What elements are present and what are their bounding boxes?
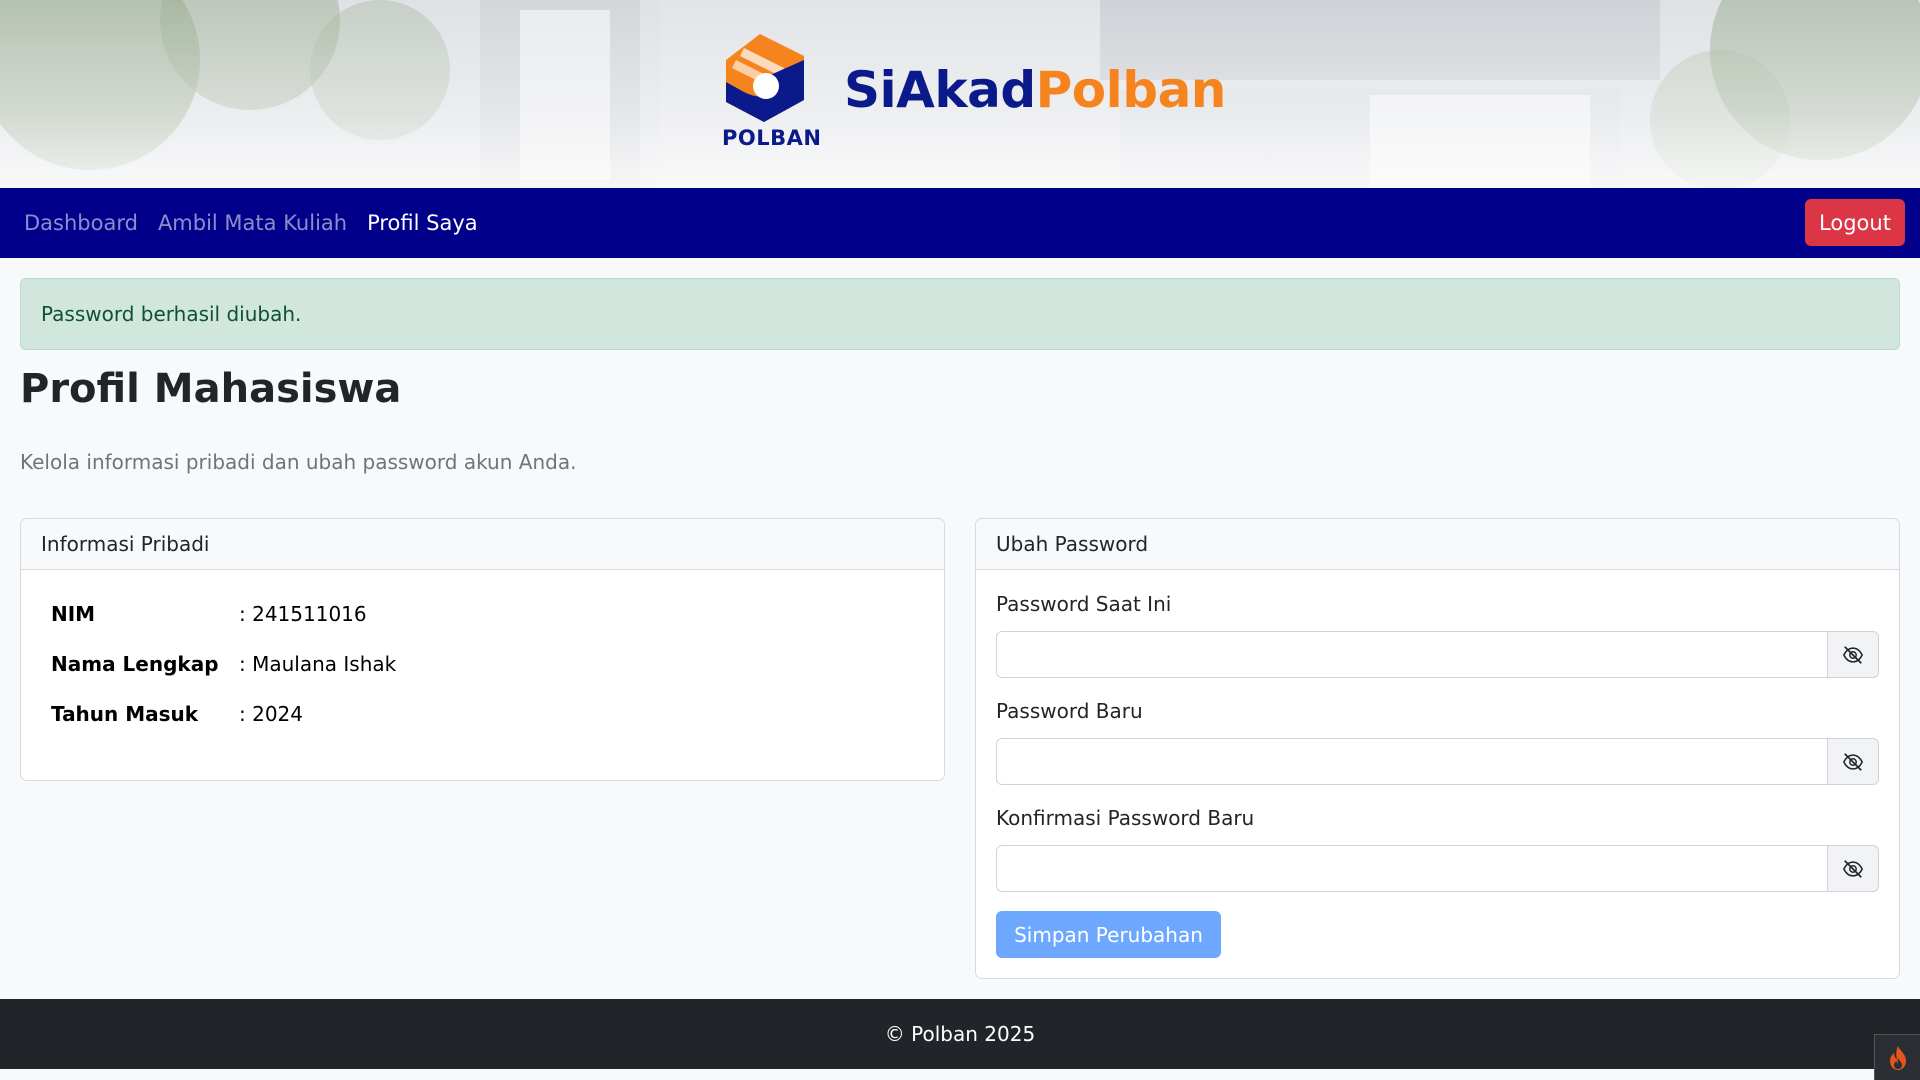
logo-text: POLBAN bbox=[722, 126, 822, 150]
logout-button[interactable]: Logout bbox=[1805, 199, 1905, 246]
app-title-part1: SiAkad bbox=[844, 61, 1036, 119]
current-password-group bbox=[996, 631, 1879, 678]
confirm-password-label: Konfirmasi Password Baru bbox=[996, 806, 1255, 830]
polban-logo: POLBAN bbox=[722, 30, 822, 150]
flame-icon bbox=[1889, 1045, 1906, 1070]
personal-info-header: Informasi Pribadi bbox=[21, 519, 944, 570]
nav-profil-saya[interactable]: Profil Saya bbox=[367, 211, 478, 235]
page-subtitle: Kelola informasi pribadi dan ubah passwo… bbox=[20, 450, 577, 474]
info-value: : Maulana Ishak bbox=[239, 652, 397, 676]
current-password-input[interactable] bbox=[996, 631, 1827, 678]
toggle-current-password-button[interactable] bbox=[1827, 631, 1879, 678]
app-title-part2: Polban bbox=[1035, 61, 1227, 119]
app-title: SiAkadPolban bbox=[844, 61, 1226, 119]
nav-dashboard[interactable]: Dashboard bbox=[24, 211, 138, 235]
info-label: NIM bbox=[51, 602, 96, 626]
brand: POLBAN SiAkadPolban bbox=[722, 30, 1226, 150]
change-password-card: Ubah Password Password Saat Ini Password… bbox=[975, 518, 1900, 979]
change-password-header: Ubah Password bbox=[976, 519, 1899, 570]
info-label: Tahun Masuk bbox=[51, 702, 199, 726]
info-row-nim: NIM : 241511016 bbox=[51, 602, 367, 626]
footer: © Polban 2025 bbox=[0, 999, 1920, 1069]
toggle-new-password-button[interactable] bbox=[1827, 738, 1879, 785]
new-password-label: Password Baru bbox=[996, 699, 1143, 723]
main-navbar: Dashboard Ambil Mata Kuliah Profil Saya … bbox=[0, 188, 1920, 258]
confirm-password-input[interactable] bbox=[996, 845, 1827, 892]
eye-slash-icon bbox=[1843, 859, 1863, 878]
eye-slash-icon bbox=[1843, 752, 1863, 771]
info-row-tahun: Tahun Masuk : 2024 bbox=[51, 702, 303, 726]
success-alert: Password berhasil diubah. bbox=[20, 278, 1900, 350]
header-banner: POLBAN SiAkadPolban bbox=[0, 0, 1920, 188]
info-value: : 241511016 bbox=[239, 602, 367, 626]
toggle-confirm-password-button[interactable] bbox=[1827, 845, 1879, 892]
debug-toolbar-button[interactable] bbox=[1874, 1034, 1920, 1080]
eye-slash-icon bbox=[1843, 645, 1863, 664]
info-value: : 2024 bbox=[239, 702, 303, 726]
info-label: Nama Lengkap bbox=[51, 652, 219, 676]
confirm-password-group bbox=[996, 845, 1879, 892]
save-changes-button[interactable]: Simpan Perubahan bbox=[996, 911, 1221, 958]
personal-info-card: Informasi Pribadi NIM : 241511016 Nama L… bbox=[20, 518, 945, 781]
nav-ambil-mata-kuliah[interactable]: Ambil Mata Kuliah bbox=[158, 211, 347, 235]
polban-logo-icon bbox=[726, 34, 804, 122]
info-row-nama: Nama Lengkap : Maulana Ishak bbox=[51, 652, 396, 676]
current-password-label: Password Saat Ini bbox=[996, 592, 1172, 616]
new-password-group bbox=[996, 738, 1879, 785]
page-title: Profil Mahasiswa bbox=[20, 366, 402, 412]
new-password-input[interactable] bbox=[996, 738, 1827, 785]
